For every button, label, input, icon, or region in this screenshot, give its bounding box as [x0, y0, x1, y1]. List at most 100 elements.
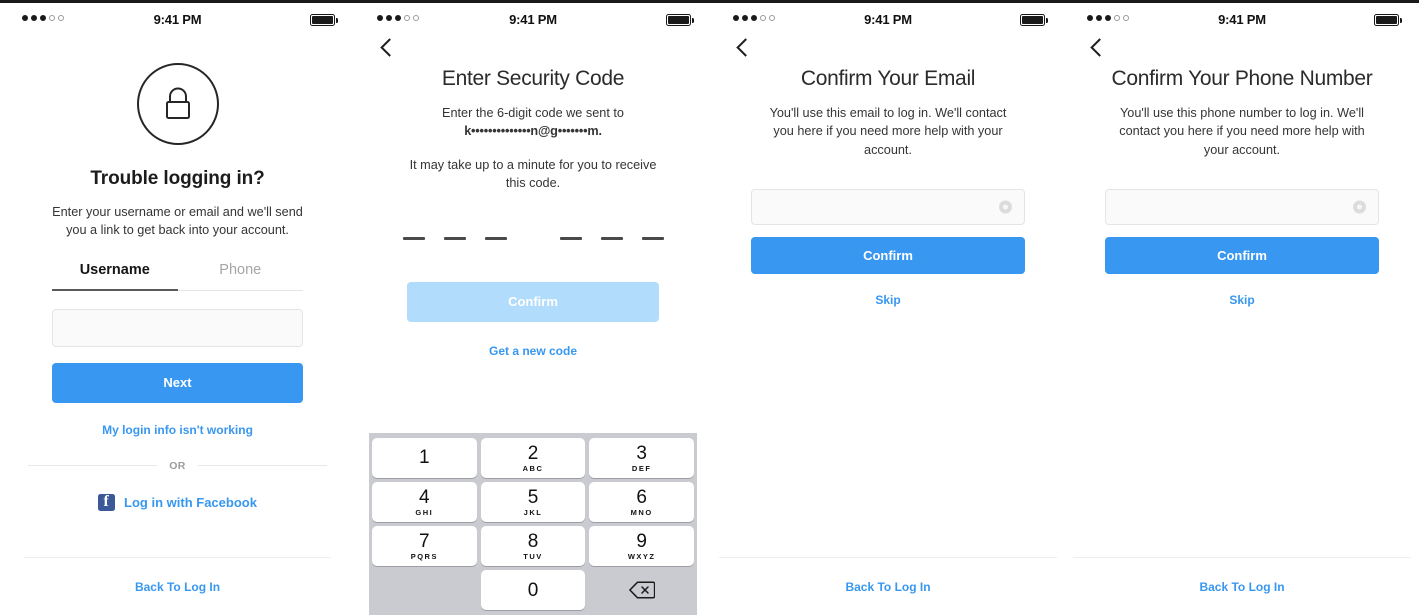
keypad-key-blank	[372, 570, 477, 610]
email-field[interactable]	[751, 189, 1025, 226]
email-input[interactable]	[752, 190, 1024, 225]
keypad-row: 4 GHI 5 JKL 6 MNO	[372, 482, 695, 522]
skip-link[interactable]: Skip	[1065, 293, 1419, 307]
bottom-bar: Back To Log In	[1073, 557, 1411, 615]
page-subtitle: Enter your username or email and we'll s…	[52, 205, 303, 238]
confirm-button[interactable]: Confirm	[407, 281, 659, 322]
numeric-keypad: 1 2 ABC 3 DEF 4 GHI 5 JKL 6 MNO 7 PQRS 8…	[369, 433, 697, 615]
back-to-log-in-link[interactable]: Back To Log In	[845, 580, 930, 594]
code-slot[interactable]	[443, 236, 466, 240]
status-bar: 9:41 PM	[1065, 3, 1419, 37]
key-letters: ABC	[522, 463, 544, 473]
page-subtitle: Enter the 6-digit code we sent to k•••••…	[404, 104, 662, 141]
page-subtitle-secondary: It may take up to a minute for you to re…	[409, 157, 657, 191]
lock-icon-wrapper	[0, 63, 355, 145]
page-subtitle: You'll use this phone number to log in. …	[1119, 106, 1365, 157]
confirm-button[interactable]: Confirm	[1105, 237, 1379, 275]
security-code-input[interactable]	[355, 236, 711, 240]
skip-link[interactable]: Skip	[711, 293, 1065, 307]
nav-bar	[1065, 37, 1419, 67]
masked-recipient: k••••••••••••••n@g•••••••m.	[464, 124, 602, 139]
keypad-row: 0	[372, 570, 694, 610]
next-button[interactable]: Next	[52, 362, 303, 403]
keypad-key-1[interactable]: 1	[372, 438, 477, 478]
keypad-key-backspace[interactable]	[589, 570, 694, 610]
back-chevron-icon[interactable]	[1089, 39, 1105, 55]
screen-trouble-logging-in: 9:41 PM Trouble logging in? Enter your u…	[0, 3, 355, 615]
battery-icon	[1374, 14, 1402, 26]
keypad-key-0[interactable]: 0	[480, 570, 586, 610]
code-slot[interactable]	[641, 236, 664, 240]
page-subtitle: You'll use this email to log in. We'll c…	[769, 106, 1007, 157]
status-bar: 9:41 PM	[355, 3, 711, 37]
screen-enter-security-code: 9:41 PM Enter Security Code Enter the 6-…	[355, 3, 711, 615]
key-letters: JKL	[523, 507, 543, 517]
or-divider: OR	[28, 460, 327, 472]
nav-bar	[711, 37, 1065, 67]
key-number: 7	[419, 530, 430, 552]
keypad-key-8[interactable]: 8 TUV	[480, 526, 586, 566]
lock-icon	[136, 63, 219, 145]
key-number: 4	[419, 486, 430, 508]
confirm-button[interactable]: Confirm	[751, 237, 1025, 275]
divider-line-left	[28, 465, 158, 467]
key-number: 5	[527, 486, 539, 508]
keypad-key-4[interactable]: 4 GHI	[372, 482, 477, 522]
username-or-email-field[interactable]	[52, 308, 303, 347]
tab-phone[interactable]: Phone	[178, 262, 304, 290]
keypad-key-2[interactable]: 2 ABC	[480, 438, 586, 478]
key-number: 2	[527, 442, 539, 464]
subtitle-prefix: Enter the 6-digit code we sent to	[442, 106, 624, 120]
tab-username[interactable]: Username	[52, 262, 178, 291]
status-bar-clock: 9:41 PM	[864, 12, 912, 27]
key-number: 1	[419, 447, 430, 468]
key-number: 8	[527, 530, 539, 552]
back-chevron-icon[interactable]	[379, 39, 395, 55]
keypad-key-9[interactable]: 9 WXYZ	[589, 526, 695, 566]
facebook-label: Log in with Facebook	[124, 494, 257, 510]
back-to-log-in-link[interactable]: Back To Log In	[1199, 580, 1284, 594]
nav-bar	[355, 37, 711, 67]
code-slot[interactable]	[559, 236, 582, 240]
status-bar-clock: 9:41 PM	[509, 12, 557, 27]
screen-confirm-email: 9:41 PM Confirm Your Email You'll use th…	[711, 3, 1065, 615]
battery-icon	[1020, 14, 1048, 26]
clear-circle-icon[interactable]	[999, 200, 1012, 214]
keypad-key-6[interactable]: 6 MNO	[589, 482, 695, 522]
username-input[interactable]	[53, 309, 302, 346]
status-bar: 9:41 PM	[711, 3, 1065, 37]
key-letters: WXYZ	[627, 551, 656, 561]
keypad-key-3[interactable]: 3 DEF	[589, 438, 695, 478]
keypad-key-7[interactable]: 7 PQRS	[372, 526, 477, 566]
code-slot[interactable]	[484, 236, 507, 240]
keypad-row: 1 2 ABC 3 DEF	[372, 438, 695, 478]
status-bar-clock: 9:41 PM	[1218, 12, 1266, 27]
key-number: 6	[636, 486, 647, 508]
phone-input[interactable]	[1106, 190, 1378, 225]
screen-confirm-phone: 9:41 PM Confirm Your Phone Number You'll…	[1065, 3, 1419, 615]
status-bar-clock: 9:41 PM	[153, 12, 202, 27]
keypad-key-5[interactable]: 5 JKL	[480, 482, 586, 522]
key-number: 3	[636, 442, 647, 464]
key-number: 9	[636, 530, 647, 552]
clear-circle-icon[interactable]	[1353, 200, 1366, 214]
back-to-log-in-link[interactable]: Back To Log In	[135, 580, 220, 594]
back-chevron-icon[interactable]	[735, 39, 751, 55]
phone-field[interactable]	[1105, 189, 1379, 226]
battery-icon	[310, 14, 338, 26]
key-letters: DEF	[631, 463, 652, 473]
key-letters: GHI	[415, 507, 434, 517]
code-slot[interactable]	[600, 236, 623, 240]
page-title: Enter Security Code	[441, 67, 625, 90]
code-slot[interactable]	[402, 236, 425, 240]
page-title: Trouble logging in?	[90, 168, 265, 189]
bottom-bar: Back To Log In	[24, 557, 331, 615]
backspace-icon	[628, 581, 656, 599]
key-letters: PQRS	[410, 551, 438, 561]
key-number: 0	[527, 579, 539, 601]
get-new-code-link[interactable]: Get a new code	[355, 344, 711, 358]
login-info-not-working-link[interactable]: My login info isn't working	[0, 423, 355, 437]
login-with-facebook-button[interactable]: Log in with Facebook	[0, 493, 355, 511]
page-title: Confirm Your Email	[800, 67, 976, 90]
key-letters: TUV	[523, 551, 543, 561]
